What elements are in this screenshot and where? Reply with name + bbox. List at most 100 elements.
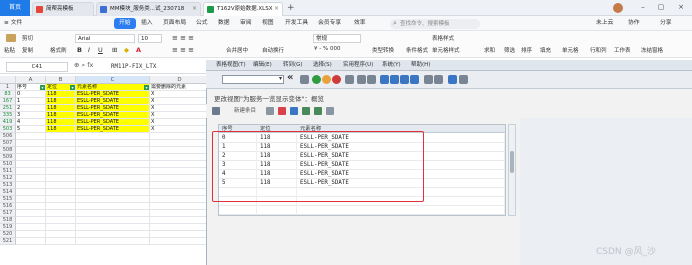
empty-cell[interactable] [46,238,76,245]
empty-cell[interactable] [76,196,150,203]
header-cell-element[interactable]: 元素名称 ▾ [76,84,150,91]
cell-c[interactable]: ESLL-PER_SDATE [76,98,150,105]
cell-a[interactable]: 3 [16,112,46,119]
empty-cell[interactable] [46,203,76,210]
scroll-thumb[interactable] [510,151,514,173]
find-next-icon[interactable] [367,75,376,84]
header-cell-seq[interactable]: 序号 ▾ [16,84,46,91]
display-change-icon[interactable] [212,107,220,115]
menu-data[interactable]: 数据 [218,16,230,31]
back-icon[interactable] [312,75,321,84]
empty-cell[interactable] [76,168,150,175]
empty-cell[interactable] [46,189,76,196]
table-vertical-scrollbar[interactable] [508,124,516,216]
empty-cell[interactable] [76,182,150,189]
cell-c[interactable]: ESLL-PER_SDATE [76,112,150,119]
cell-b[interactable]: 118 [46,98,76,105]
column-header-b[interactable]: B [46,76,76,84]
empty-cell[interactable] [76,224,150,231]
column-header-c[interactable]: C [76,76,150,84]
cell-b[interactable]: 118 [46,105,76,112]
empty-cell[interactable] [76,147,150,154]
select-block-icon[interactable] [314,107,322,115]
row-header[interactable]: 509 [0,154,16,161]
empty-cell[interactable] [46,133,76,140]
freeze-panes-button[interactable]: 冻结窗格 [641,46,663,54]
row-header[interactable]: 506 [0,133,16,140]
empty-cell[interactable] [16,140,46,147]
select-all-icon[interactable] [302,107,310,115]
last-page-icon[interactable] [410,75,419,84]
close-icon[interactable]: × [192,3,197,15]
empty-table-row[interactable] [219,206,505,215]
empty-cell[interactable] [150,154,210,161]
menu-insert[interactable]: 插入 [141,16,153,31]
empty-cell[interactable] [150,168,210,175]
empty-cell[interactable] [76,189,150,196]
row-header[interactable]: 503 [0,126,16,133]
row-header[interactable]: 251 [0,105,16,112]
sort-button[interactable]: 排序 [521,46,532,54]
cell-b[interactable]: 118 [46,91,76,98]
conditional-format-button[interactable]: 条件格式 [406,46,428,54]
empty-cell[interactable] [150,217,210,224]
empty-cell[interactable] [76,210,150,217]
empty-cell[interactable] [150,189,210,196]
italic-icon[interactable]: I [88,46,90,54]
number-format-icons[interactable]: ¥ - % 000 [314,46,340,52]
menu-review[interactable]: 审阅 [240,16,252,31]
empty-cell[interactable] [16,189,46,196]
row-header[interactable]: 419 [0,119,16,126]
empty-cell[interactable] [150,140,210,147]
empty-cell[interactable] [150,224,210,231]
cell-b[interactable]: 118 [46,126,76,133]
menu-efficiency[interactable]: 效率 [354,16,366,31]
row-header[interactable]: 517 [0,210,16,217]
row-header[interactable]: 1 [0,84,16,91]
empty-cell[interactable] [16,154,46,161]
empty-cell[interactable] [46,182,76,189]
filter-dropdown-icon[interactable]: ▾ [40,85,45,90]
empty-cell[interactable] [16,231,46,238]
doc-tab-t162v[interactable]: T162V原始数据.XLSX × [203,2,283,16]
cell-button[interactable]: 单元格 [562,46,579,54]
row-header[interactable]: 510 [0,161,16,168]
new-entries-button[interactable]: 新建条目 [234,106,256,116]
spreadsheet-grid[interactable]: A B C D 1 序号 ▾ 定位 ▾ 元素名称 ▾ 需要删除的元素 83 0 118 ES… [0,76,210,265]
formula-input[interactable]: RM11P-FIX_LTX [111,62,156,72]
worksheet-button[interactable]: 工作表 [614,46,631,54]
empty-cell[interactable] [16,161,46,168]
cell-c[interactable]: ESLL-PER_SDATE [76,126,150,133]
row-header[interactable]: 521 [0,238,16,245]
fill-color-icon[interactable]: ◆ [124,46,129,54]
empty-cell[interactable] [46,168,76,175]
sap-menu-utilities[interactable]: 实用程序(U) [343,60,373,71]
empty-cell[interactable] [150,238,210,245]
filter-dropdown-icon[interactable]: ▾ [144,85,149,90]
close-icon[interactable]: × [274,3,279,15]
paste-button[interactable]: 粘贴 [4,46,15,54]
help-icon[interactable] [448,75,457,84]
menu-file[interactable]: ≡ 文件 [4,16,22,31]
header-cell-delete[interactable]: 需要删除的元素 [150,84,210,91]
merge-center-button[interactable]: 合并居中 [226,46,248,54]
minimize-icon[interactable]: – [636,0,650,16]
empty-cell[interactable] [76,175,150,182]
cell-a[interactable]: 1 [16,98,46,105]
filter-button[interactable]: 筛选 [504,46,515,54]
maximize-icon[interactable]: ▢ [654,0,668,16]
sap-menu-select[interactable]: 选择(S) [313,60,332,71]
find-icon[interactable] [357,75,366,84]
shortcut-icon[interactable] [434,75,443,84]
border-icon[interactable]: ⊞ [112,46,117,54]
print-icon[interactable] [345,75,354,84]
formula-icons[interactable]: ⊕ ⌕ fx [74,61,93,70]
cancel-icon[interactable] [332,75,341,84]
cell-d[interactable]: X [150,126,210,133]
empty-cell[interactable] [76,154,150,161]
empty-cell[interactable] [16,196,46,203]
cell-d[interactable]: X [150,112,210,119]
row-header[interactable]: 507 [0,140,16,147]
empty-cell[interactable] [150,182,210,189]
number-format-select[interactable]: 常规 [313,34,361,43]
